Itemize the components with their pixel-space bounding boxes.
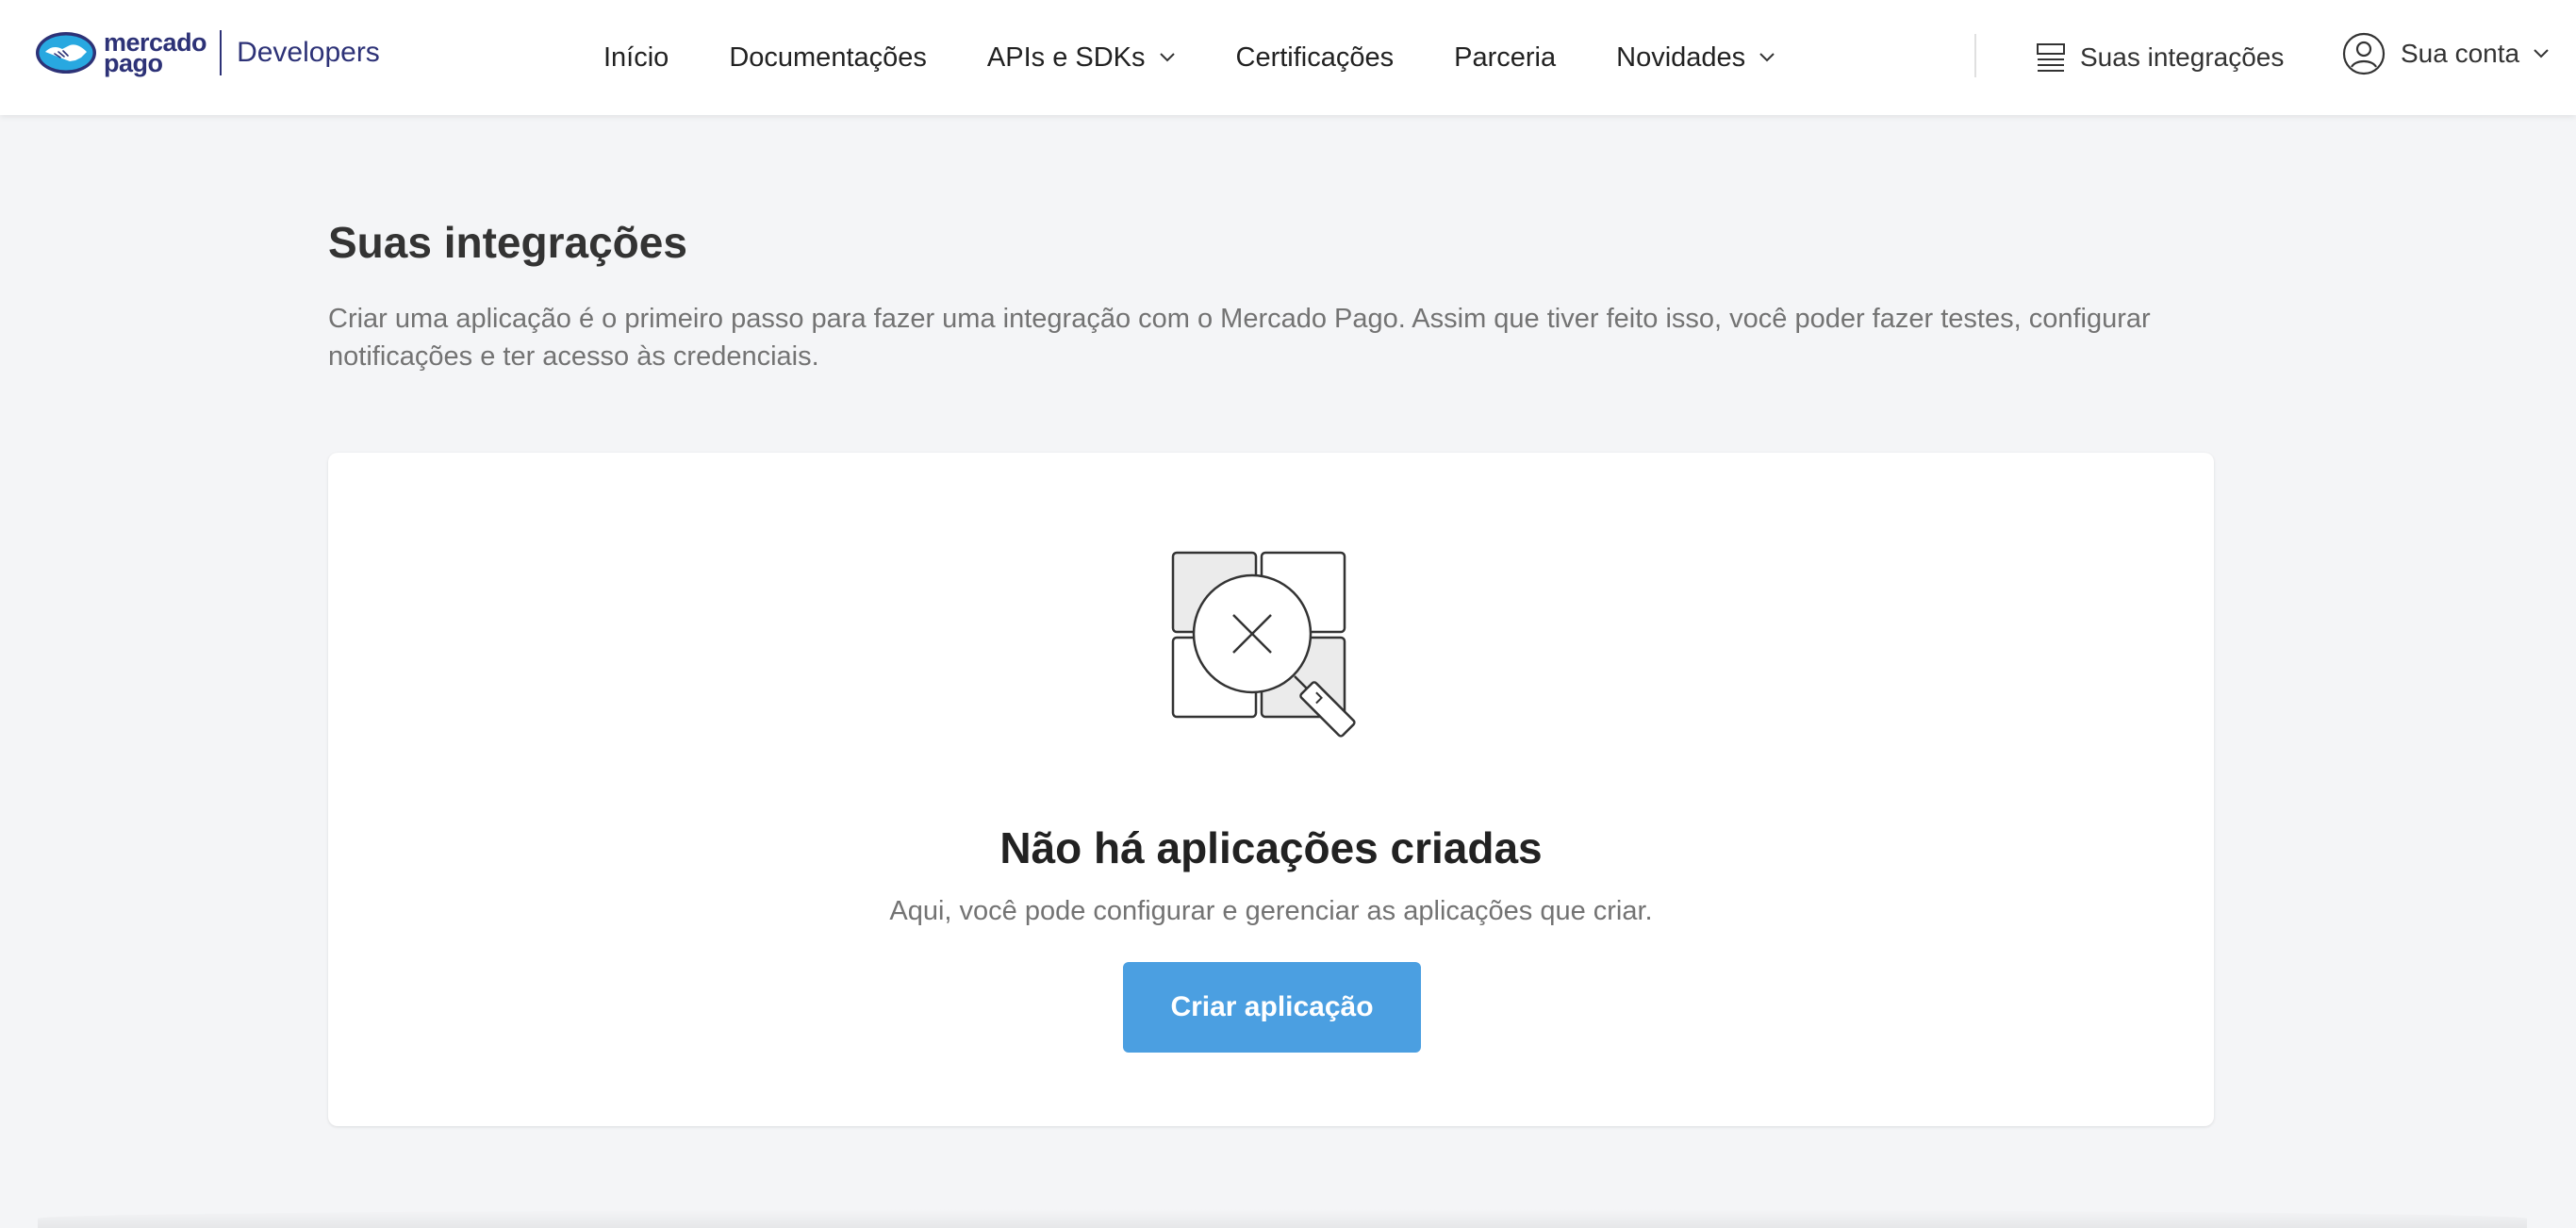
- brand-divider: [220, 30, 223, 75]
- nav-item-apis-sdks[interactable]: APIs e SDKs: [987, 42, 1176, 74]
- page-title: Suas integrações: [328, 218, 687, 267]
- nav-item-inicio[interactable]: Início: [603, 42, 669, 74]
- nav-item-certificacoes[interactable]: Certificações: [1236, 42, 1395, 74]
- user-circle-icon: [2342, 32, 2386, 75]
- account-menu[interactable]: Sua conta: [2342, 30, 2550, 77]
- nav-item-label: Parceria: [1454, 41, 1557, 73]
- developers-label: Developers: [237, 37, 380, 68]
- suas-integracoes-link[interactable]: Suas integrações: [2035, 36, 2284, 79]
- footer-edge-shadow: [38, 1209, 2527, 1228]
- nav-item-label: Certificações: [1235, 41, 1395, 73]
- empty-state-title: Não há aplicações criadas: [999, 823, 1543, 872]
- brand-logo-link[interactable]: mercado pago Developers: [34, 26, 380, 79]
- chevron-down-icon: [2534, 49, 2549, 58]
- nav-item-parceria[interactable]: Parceria: [1454, 42, 1556, 74]
- criar-aplicacao-button[interactable]: Criar aplicação: [1123, 962, 1421, 1053]
- nav-item-novidades[interactable]: Novidades: [1616, 42, 1775, 74]
- nav-item-label: Documentações: [729, 41, 927, 73]
- empty-state-card: Não há aplicações criadas Aqui, você pod…: [328, 453, 2214, 1126]
- nav-item-label: Início: [603, 41, 669, 73]
- account-label: Sua conta: [2401, 39, 2520, 68]
- main-nav: Início Documentações APIs e SDKs Certifi…: [603, 0, 1836, 115]
- chevron-down-icon: [1159, 53, 1175, 62]
- empty-state-subtitle: Aqui, você pode configurar e gerenciar a…: [889, 896, 1653, 926]
- brand-wordmark: mercado pago: [104, 30, 207, 77]
- chevron-down-icon: [1759, 53, 1775, 62]
- nav-item-label: APIs e SDKs: [986, 41, 1146, 73]
- brand-wordmark-line2: pago: [104, 49, 163, 77]
- nav-item-documentacoes[interactable]: Documentações: [729, 42, 927, 74]
- handshake-logo-icon: [36, 32, 96, 74]
- list-icon: [2037, 43, 2065, 72]
- top-header: mercado pago Developers Início Documenta…: [0, 0, 2576, 115]
- page-description: Criar uma aplicação é o primeiro passo p…: [328, 304, 2151, 372]
- header-divider: [1974, 34, 1976, 77]
- no-results-magnifier-icon: [1171, 551, 1356, 738]
- nav-item-label: Novidades: [1616, 41, 1746, 73]
- suas-integracoes-label: Suas integrações: [2080, 42, 2285, 72]
